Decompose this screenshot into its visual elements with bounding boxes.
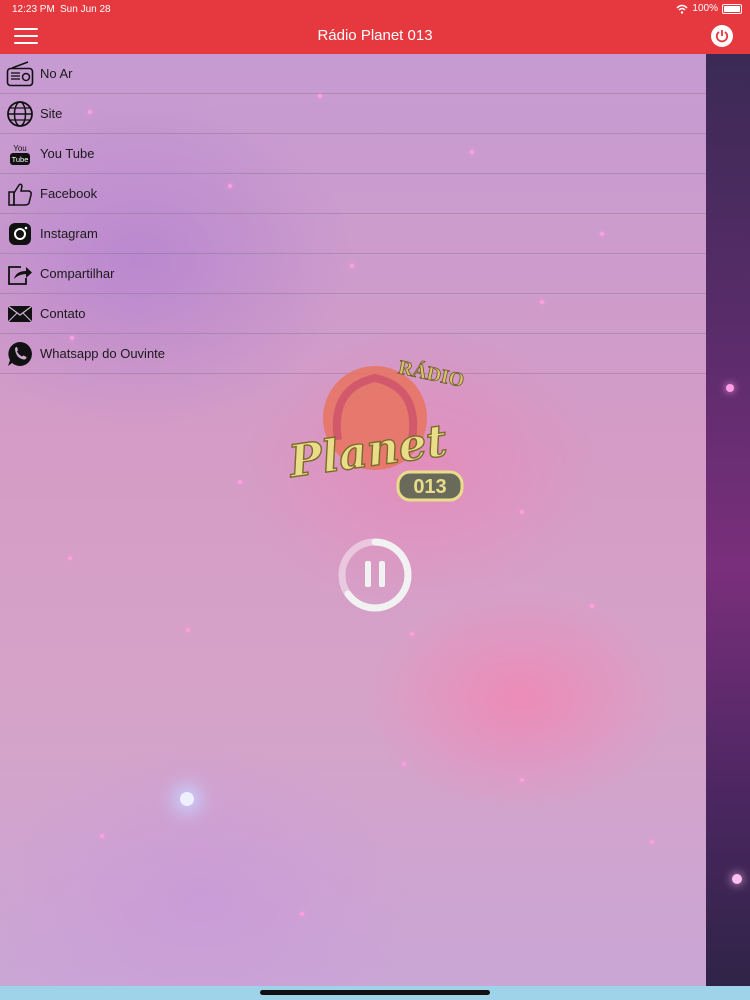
side-menu: No Ar Site You Tube You Tube Facebook In…	[0, 54, 706, 374]
home-indicator-area	[0, 986, 750, 1000]
status-date: Sun Jun 28	[60, 4, 111, 15]
menu-item-contato[interactable]: Contato	[0, 294, 706, 334]
whatsapp-icon	[6, 340, 34, 368]
thumbs-up-icon	[6, 180, 34, 208]
status-time: 12:23 PM	[12, 4, 55, 15]
menu-item-facebook[interactable]: Facebook	[0, 174, 706, 214]
page-title: Rádio Planet 013	[317, 27, 433, 44]
menu-item-label: Compartilhar	[40, 266, 115, 281]
battery-percent: 100%	[692, 3, 718, 14]
bright-star	[180, 792, 194, 806]
menu-item-label: Instagram	[40, 226, 98, 241]
battery-icon	[722, 3, 742, 14]
status-bar: 12:23 PM Sun Jun 28 100%	[0, 0, 750, 18]
menu-item-label: Contato	[40, 306, 86, 321]
share-icon	[6, 260, 34, 288]
pause-icon	[338, 538, 412, 612]
menu-item-label: No Ar	[40, 66, 73, 81]
menu-item-label: You Tube	[40, 146, 95, 161]
power-icon	[715, 30, 729, 43]
youtube-icon: You Tube	[6, 140, 34, 168]
menu-item-label: Site	[40, 106, 63, 121]
play-pause-button[interactable]	[337, 537, 413, 613]
menu-item-label: Facebook	[40, 186, 98, 201]
home-indicator[interactable]	[260, 990, 490, 995]
wifi-icon	[676, 4, 688, 14]
menu-item-site[interactable]: Site	[0, 94, 706, 134]
logo-badge-text: 013	[413, 476, 446, 498]
menu-item-no-ar[interactable]: No Ar	[0, 54, 706, 94]
radio-icon	[6, 60, 34, 88]
menu-item-compartilhar[interactable]: Compartilhar	[0, 254, 706, 294]
envelope-icon	[6, 300, 34, 328]
menu-item-youtube[interactable]: You Tube You Tube	[0, 134, 706, 174]
svg-text:You: You	[13, 144, 27, 153]
globe-icon	[6, 100, 34, 128]
nav-bar: Rádio Planet 013	[0, 18, 750, 54]
menu-item-instagram[interactable]: Instagram	[0, 214, 706, 254]
svg-text:Tube: Tube	[12, 155, 29, 164]
power-button[interactable]	[711, 25, 733, 47]
content-edge	[706, 54, 750, 986]
radio-planet-logo: RÁDIO Planet 013	[270, 348, 480, 508]
instagram-icon	[6, 220, 34, 248]
menu-item-label: Whatsapp do Ouvinte	[40, 346, 166, 361]
